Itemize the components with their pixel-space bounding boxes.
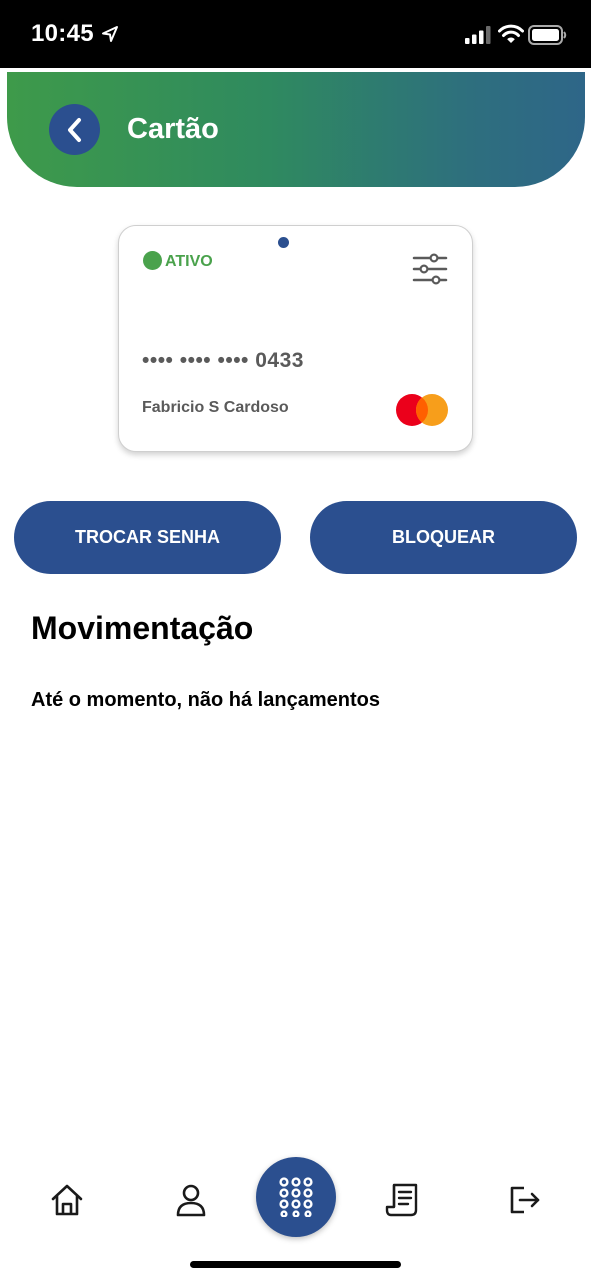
empty-transactions-message: Até o momento, não há lançamentos [31,689,380,711]
nav-statement-button[interactable] [382,1180,422,1220]
profile-icon [176,1184,206,1217]
nav-home-button[interactable] [47,1180,87,1220]
card-indicator-dot [278,237,289,248]
location-arrow-icon [102,26,118,42]
change-password-button[interactable]: TROCAR SENHA [14,501,281,574]
nav-profile-button[interactable] [171,1180,211,1220]
back-button[interactable] [49,104,100,155]
nav-logout-button[interactable] [504,1180,544,1220]
nav-apps-button[interactable] [256,1157,336,1237]
credit-card[interactable]: ATIVO •••• •••• •••• 0433 Fabricio S Car… [118,225,473,452]
home-icon [51,1184,83,1216]
chevron-left-icon [67,117,81,142]
battery-icon [528,25,567,45]
signal-icon [465,26,491,44]
wifi-icon [498,24,524,43]
statement-icon [385,1183,418,1217]
home-indicator [190,1261,401,1268]
block-card-button[interactable]: BLOQUEAR [310,501,577,574]
card-status: ATIVO [165,253,213,270]
transactions-title: Movimentação [31,610,254,646]
page-title: Cartão [127,113,219,145]
apps-grid-icon [279,1177,313,1217]
card-holder-name: Fabricio S Cardoso [142,399,289,416]
status-time: 10:45 [31,20,94,47]
logout-icon [510,1186,540,1214]
status-dot [143,251,162,270]
sliders-icon[interactable] [412,253,448,285]
mastercard-logo [396,394,448,426]
card-number: •••• •••• •••• 0433 [142,349,304,372]
status-bar: 10:45 [0,0,591,68]
